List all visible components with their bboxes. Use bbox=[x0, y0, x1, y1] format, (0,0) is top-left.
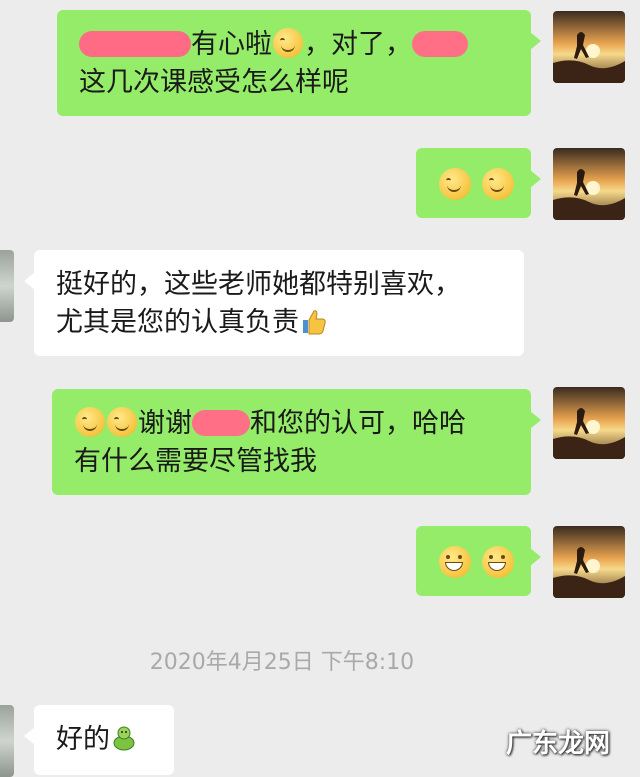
message-3-text: 尤其是您的认真负责 bbox=[56, 307, 299, 338]
redaction-mark bbox=[192, 410, 250, 436]
message-4-text-a: 谢谢 bbox=[138, 408, 192, 439]
redaction-mark bbox=[79, 31, 191, 57]
message-4-line-1: 谢谢 和您的认可，哈哈 bbox=[74, 405, 531, 443]
message-bubble-4[interactable]: 谢谢 和您的认可，哈哈 有什么需要尽管找我 bbox=[52, 389, 541, 495]
grin-emoji-icon bbox=[439, 546, 471, 578]
message-4-line-2: 有什么需要尽管找我 bbox=[74, 446, 317, 477]
message-3-line-2: 尤其是您的认真负责 bbox=[56, 304, 524, 342]
message-6-text: 好的 bbox=[56, 724, 110, 755]
message-bubble-5[interactable] bbox=[416, 526, 541, 596]
message-3-line-1: 挺好的，这些老师她都特别喜欢， bbox=[56, 269, 461, 300]
smile-emoji-icon bbox=[273, 28, 303, 58]
message-bubble-6[interactable]: 好的 bbox=[24, 705, 174, 775]
message-1-text-b: ，对了， bbox=[304, 29, 412, 60]
smile-emoji-icon bbox=[75, 407, 105, 437]
contact-avatar[interactable] bbox=[0, 250, 14, 322]
smile-emoji-icon bbox=[439, 168, 471, 200]
my-avatar[interactable] bbox=[553, 11, 625, 83]
message-bubble-1[interactable]: 有心啦 ，对了， 这几次课感受怎么样呢 bbox=[57, 10, 541, 116]
my-avatar[interactable] bbox=[553, 148, 625, 220]
message-bubble-2[interactable] bbox=[416, 148, 541, 218]
message-4-text-b: 和您的认可，哈哈 bbox=[250, 408, 466, 439]
message-1-line-1: 有心啦 ，对了， bbox=[79, 26, 511, 64]
chat-timestamp: 2020年4月25日 下午8:10 bbox=[149, 650, 415, 675]
turtle-emoji-icon bbox=[110, 725, 138, 753]
my-avatar[interactable] bbox=[553, 387, 625, 459]
thumbs-up-emoji-icon bbox=[299, 306, 329, 336]
watermark-logo: 广东龙网 bbox=[505, 729, 610, 759]
message-bubble-3[interactable]: 挺好的，这些老师她都特别喜欢， 尤其是您的认真负责 bbox=[24, 250, 524, 356]
smile-emoji-icon bbox=[107, 407, 137, 437]
message-1-line-2: 这几次课感受怎么样呢 bbox=[79, 67, 349, 98]
grin-emoji-icon bbox=[481, 546, 514, 578]
redaction-mark bbox=[412, 31, 468, 57]
my-avatar[interactable] bbox=[553, 526, 625, 598]
message-1-text-a: 有心啦 bbox=[191, 29, 272, 60]
smile-emoji-icon bbox=[481, 168, 514, 200]
contact-avatar[interactable] bbox=[0, 705, 14, 777]
